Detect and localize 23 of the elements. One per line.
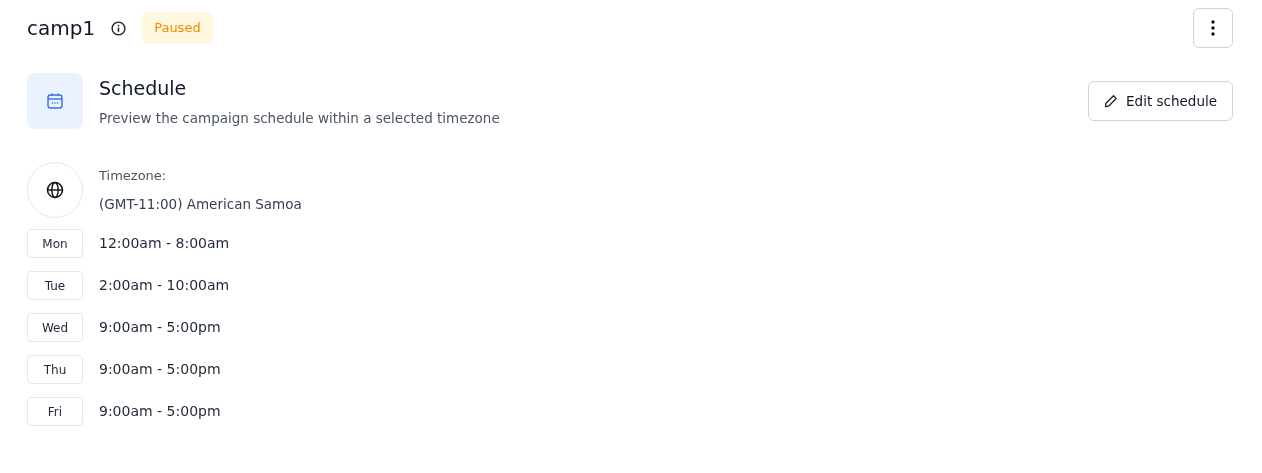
edit-schedule-button[interactable]: Edit schedule [1088,81,1233,122]
day-label: Tue [27,271,83,300]
campaign-title: camp1 [27,15,96,42]
time-range: 2:00am - 10:00am [99,276,230,295]
more-options-button[interactable] [1193,8,1233,48]
time-range: 9:00am - 5:00pm [99,318,221,337]
pencil-icon [1104,94,1119,109]
status-badge: Paused [142,12,213,44]
day-label: Wed [27,313,83,342]
time-range: 9:00am - 5:00pm [99,360,221,379]
more-icon [1211,20,1215,36]
day-label: Thu [27,355,83,384]
day-label: Fri [27,397,83,426]
calendar-icon [46,92,64,110]
time-range: 9:00am - 5:00pm [99,402,221,421]
info-icon[interactable] [111,20,127,36]
day-label: Mon [27,229,83,258]
timezone-label: Timezone: [99,167,168,186]
section-description: Preview the campaign schedule within a selected timezone [99,108,500,128]
time-range: 12:00am - 8:00am [99,234,230,253]
section-title: Schedule [99,77,188,100]
globe-icon [46,181,64,199]
timezone-value: (GMT-11:00) American Samoa [99,194,302,214]
